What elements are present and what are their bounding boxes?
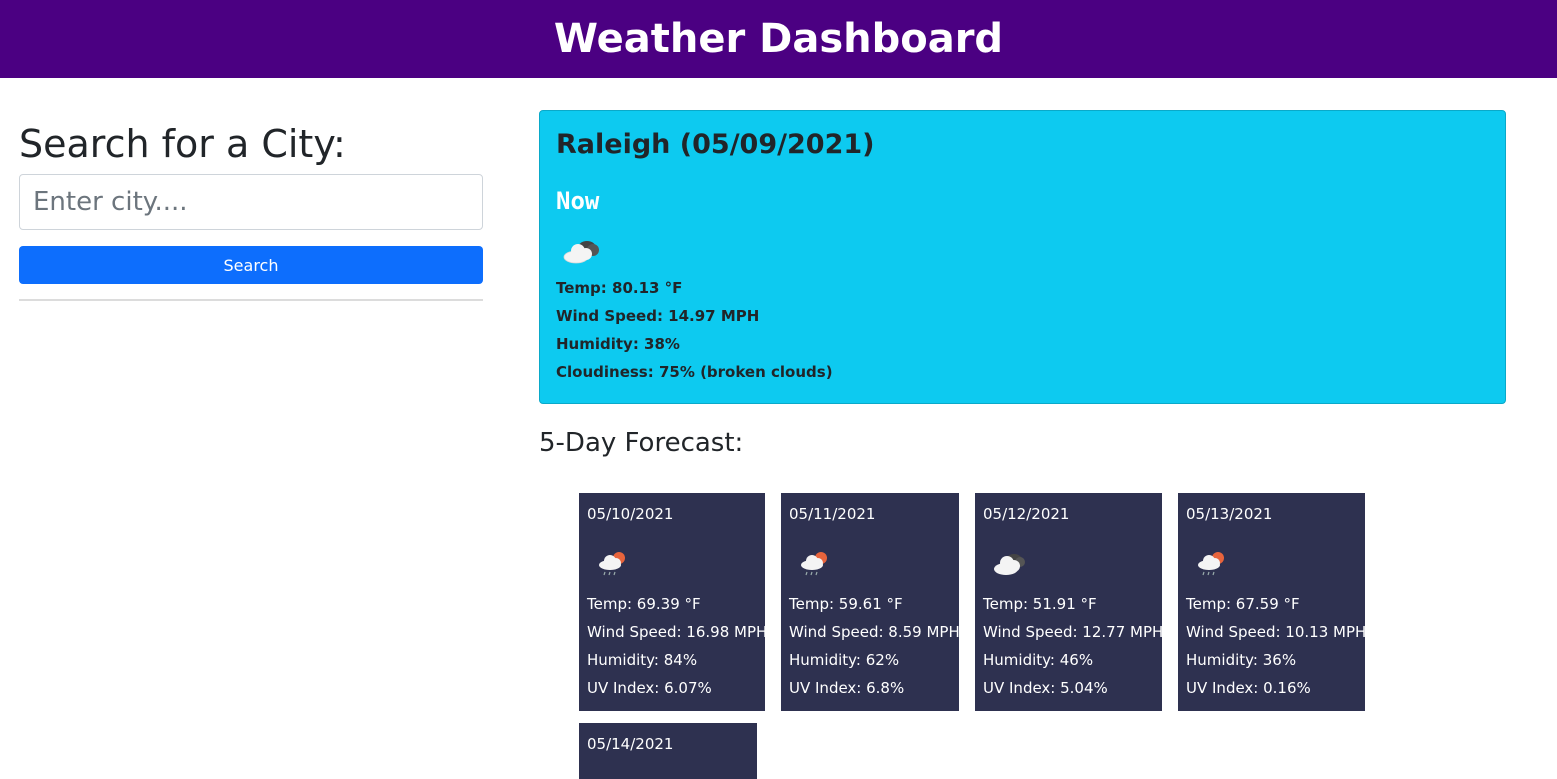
current-weather-card: Raleigh (05/09/2021) Now Temp: 80.13 °F … [539,110,1506,404]
forecast-uv: UV Index: 5.04% [983,679,1108,697]
forecast-wind: Wind Speed: 10.13 MPH [1186,623,1367,641]
forecast-date: 05/12/2021 [983,505,1070,523]
rain-sun-icon [593,547,633,579]
forecast-temp: Temp: 51.91 °F [983,595,1097,613]
search-title: Search for a City: [19,122,346,166]
forecast-uv: UV Index: 0.16% [1186,679,1311,697]
forecast-card: 05/10/2021 Temp: 69.39 °F Wind Speed: 16… [579,493,768,711]
search-divider [19,299,483,301]
forecast-wind: Wind Speed: 16.98 MPH [587,623,768,641]
current-temp: Temp: 80.13 °F [556,279,683,297]
rain-sun-icon [1192,547,1232,579]
current-humidity: Humidity: 38% [556,335,680,353]
forecast-humidity: Humidity: 46% [983,651,1094,669]
forecast-date: 05/13/2021 [1186,505,1273,523]
app-header: Weather Dashboard [0,0,1557,78]
forecast-uv: UV Index: 6.07% [587,679,712,697]
forecast-temp: Temp: 67.59 °F [1186,595,1300,613]
page-title: Weather Dashboard [553,16,1004,62]
forecast-card: 05/12/2021 Temp: 51.91 °F Wind Speed: 12… [975,493,1164,711]
forecast-card: 05/13/2021 Temp: 67.59 °F Wind Speed: 10… [1178,493,1367,711]
search-panel: Search for a City: Search [19,112,483,301]
current-cloudiness: Cloudiness: 75% (broken clouds) [556,363,833,381]
forecast-card: 05/14/2021 [579,723,757,779]
forecast-date: 05/10/2021 [587,505,674,523]
forecast-heading: 5-Day Forecast: [539,428,744,458]
city-search-input[interactable] [19,174,483,230]
rain-sun-icon [795,547,835,579]
forecast-wind: Wind Speed: 12.77 MPH [983,623,1164,641]
current-wind: Wind Speed: 14.97 MPH [556,307,760,325]
forecast-card: 05/11/2021 Temp: 59.61 °F Wind Speed: 8.… [781,493,960,711]
forecast-temp: Temp: 59.61 °F [789,595,903,613]
forecast-humidity: Humidity: 36% [1186,651,1297,669]
forecast-date: 05/11/2021 [789,505,876,523]
forecast-temp: Temp: 69.39 °F [587,595,701,613]
forecast-date: 05/14/2021 [587,735,674,753]
forecast-humidity: Humidity: 62% [789,651,900,669]
search-button[interactable]: Search [19,246,483,284]
forecast-wind: Wind Speed: 8.59 MPH [789,623,960,641]
forecast-uv: UV Index: 6.8% [789,679,905,697]
broken-clouds-icon [560,235,604,267]
broken-clouds-icon [989,547,1029,579]
current-city-date: Raleigh (05/09/2021) [556,129,875,160]
now-label: Now [556,187,600,215]
forecast-humidity: Humidity: 84% [587,651,698,669]
